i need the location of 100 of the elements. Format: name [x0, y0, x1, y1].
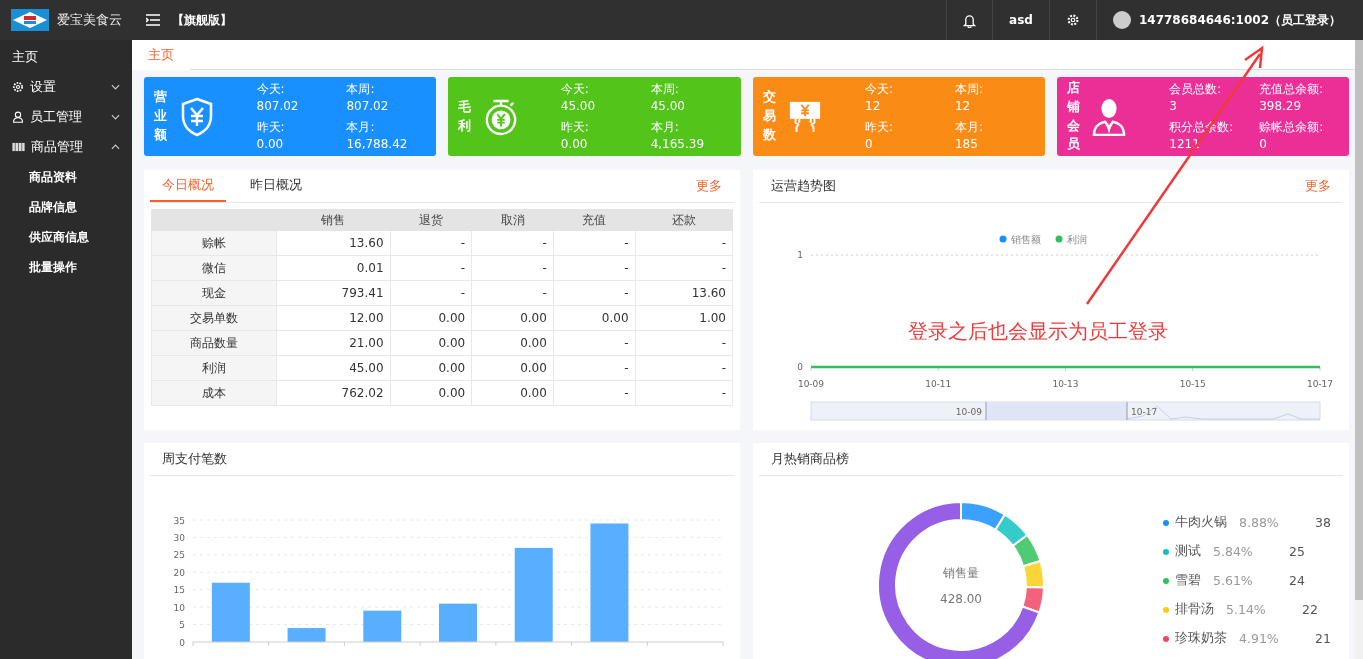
sidebar-subitem[interactable]: 品牌信息 [0, 192, 132, 222]
legend-label: 销售额 [1011, 234, 1041, 245]
table-header-cell: 取消 [471, 209, 554, 231]
legend-percent: 5.61% [1213, 573, 1254, 588]
y-tick-label: 5 [179, 620, 185, 631]
sidebar-item[interactable]: 设置 [0, 72, 132, 102]
table-cell: 0.00 [471, 305, 554, 331]
y-tick-label: 30 [173, 532, 185, 543]
table-cell: 12.00 [276, 305, 391, 331]
username-short[interactable]: asd [1009, 13, 1033, 27]
stat-value: 45.00 [650, 97, 686, 115]
y-tick-label: 1 [797, 250, 803, 260]
table-cell: - [553, 380, 636, 406]
x-tick-label: 10-09 [797, 379, 825, 389]
sidebar-subitem[interactable]: 供应商信息 [0, 222, 132, 252]
y-tick-label: 10 [173, 602, 185, 613]
sidebar-item[interactable]: 主页 [0, 42, 132, 72]
table-header-cell: 充值 [553, 209, 636, 231]
stat-value: 0 [1259, 135, 1268, 153]
stat-label: 本月: [650, 118, 680, 136]
overview-tab[interactable]: 昨日概况 [238, 170, 314, 202]
zoom-slider[interactable] [810, 401, 1321, 421]
y-tick-label: 15 [173, 585, 185, 596]
card-title: 营业额 [154, 88, 167, 144]
stat-label: 昨天: [256, 118, 286, 136]
stat-value: 0.00 [560, 135, 589, 153]
stat-value: 12 [865, 97, 882, 115]
table-cell: - [553, 355, 636, 381]
table-cell: 13.60 [635, 280, 733, 306]
table-cell: 0.00 [390, 330, 472, 356]
table-header-cell: 销售 [276, 209, 391, 231]
legend-name: 雪碧 [1175, 572, 1201, 589]
legend-label: 利润 [1067, 234, 1087, 245]
annotation-text: 登录之后也会显示为员工登录 [908, 318, 1168, 345]
table-cell: - [635, 255, 733, 281]
stat-label: 赊帐总余额: [1259, 118, 1325, 136]
table-cell: 45.00 [276, 355, 391, 381]
x-tick-label: 10-13 [1052, 379, 1079, 389]
stat-value: 4,165.39 [650, 135, 706, 153]
settings-icon[interactable] [1065, 13, 1080, 27]
stat-label: 今天: [865, 80, 895, 98]
card-title: 交易数 [762, 88, 775, 144]
table-cell: - [553, 230, 636, 256]
table-cell: - [390, 280, 472, 306]
y-tick-label: 0 [179, 637, 185, 648]
table-header-cell: 还款 [635, 209, 733, 231]
scrollbar[interactable] [1355, 40, 1363, 659]
legend-percent: 5.84% [1213, 544, 1254, 559]
stat-label: 本月: [346, 118, 376, 136]
y-tick-label: 25 [173, 550, 185, 561]
stat-label: 昨天: [865, 118, 895, 136]
legend-percent: 4.91% [1239, 631, 1280, 646]
bar [211, 582, 250, 642]
stat-label: 今天: [560, 80, 590, 98]
stat-label: 本月: [954, 118, 984, 136]
row-header-cell: 商品数量 [151, 330, 277, 356]
table-cell: - [390, 230, 472, 256]
card-title: 店铺会员 [1066, 79, 1080, 154]
menu-icon[interactable] [146, 14, 160, 26]
stopwatch-yen-icon [483, 97, 518, 136]
sidebar-item[interactable]: 商品管理 [0, 132, 132, 162]
x-tick-label: 10-17 [1306, 379, 1334, 389]
book-icon [12, 142, 25, 152]
row-header-cell: 赊帐 [151, 230, 277, 256]
edition-label: 【旗舰版】 [172, 11, 232, 29]
bell-icon[interactable] [963, 12, 977, 28]
sidebar-subitem[interactable]: 商品资料 [0, 162, 132, 192]
sidebar-subitem[interactable]: 批量操作 [0, 252, 132, 282]
stat-value: 16,788.42 [346, 135, 409, 153]
y-tick-label: 20 [173, 567, 185, 578]
stat-label: 充值总余额: [1259, 80, 1325, 98]
stat-value: 185 [954, 135, 979, 153]
gear-icon [12, 81, 24, 93]
table-cell: 21.00 [276, 330, 391, 356]
table-cell: 0.00 [390, 380, 472, 406]
avatar[interactable] [1112, 11, 1131, 29]
table-cell: - [471, 230, 554, 256]
legend-count: 24 [1288, 573, 1305, 588]
sidebar-item[interactable]: 员工管理 [0, 102, 132, 132]
legend-percent: 5.14% [1226, 602, 1267, 617]
table-cell: - [635, 330, 733, 356]
account-name[interactable]: 14778684646:1002（员工登录） [1138, 11, 1341, 29]
table-cell: 1.00 [635, 305, 733, 331]
table-cell: 0.00 [471, 355, 554, 381]
table-header-cell: 退货 [390, 209, 472, 231]
table-cell: - [471, 280, 554, 306]
row-header-cell: 利润 [151, 355, 277, 381]
stat-label: 今天: [256, 80, 286, 98]
x-tick-label: 10-15 [1179, 379, 1206, 389]
legend-percent: 8.88% [1239, 515, 1280, 530]
person-icon [1092, 97, 1127, 136]
bar [287, 628, 326, 642]
table-cell: - [390, 255, 472, 281]
table-cell: 13.60 [276, 230, 391, 256]
stat-value: 398.29 [1259, 97, 1303, 115]
row-header-cell: 微信 [151, 255, 277, 281]
legend-count: 38 [1314, 515, 1331, 530]
yen-sign-icon [788, 99, 822, 134]
row-header-cell: 成本 [151, 380, 277, 406]
stat-label: 本周: [650, 80, 680, 98]
